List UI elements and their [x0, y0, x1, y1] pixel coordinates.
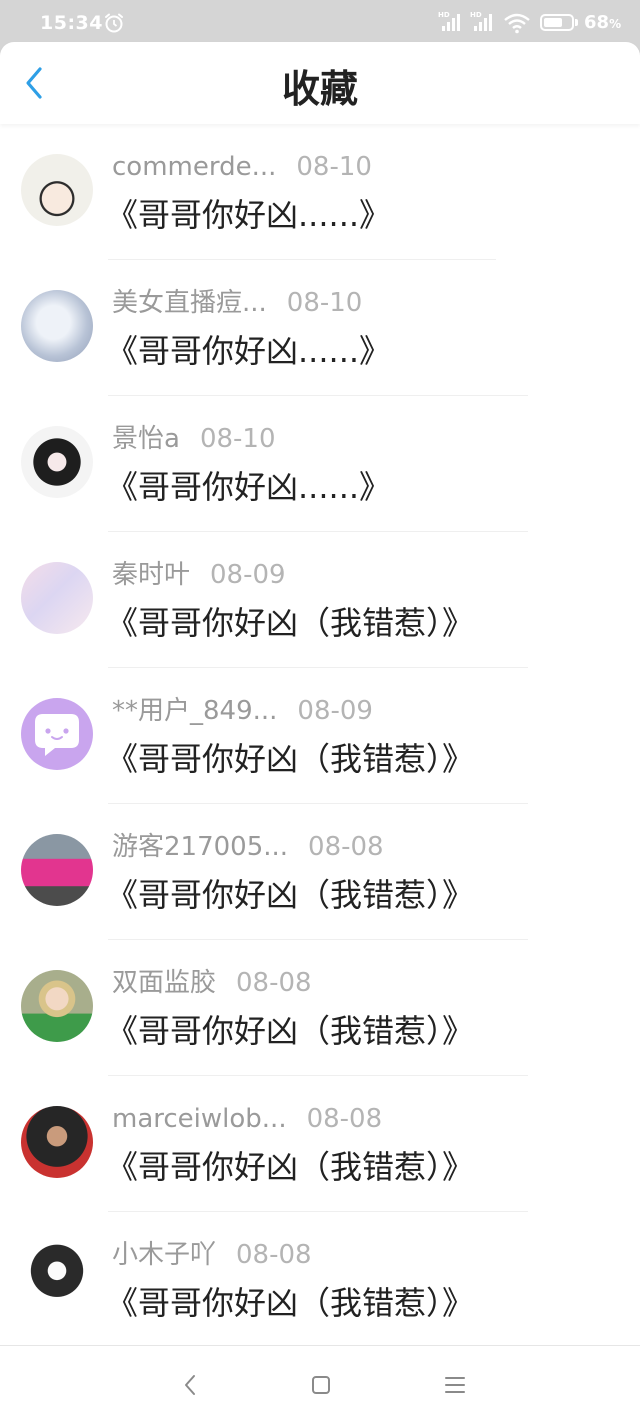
battery-fill [544, 18, 562, 27]
item-meta: 美女直播痘... 08-10 [112, 288, 362, 318]
user-name[interactable]: 景怡a [112, 424, 180, 454]
nav-back-icon [185, 1375, 195, 1395]
avatar[interactable] [21, 290, 93, 362]
item-title[interactable]: 《哥哥你好凶（我错惹）》 [106, 740, 474, 778]
item-title[interactable]: 《哥哥你好凶......》 [106, 332, 391, 370]
favorite-item[interactable]: commerde... 08-10 《哥哥你好凶......》 [0, 124, 640, 260]
favorites-list: commerde... 08-10 《哥哥你好凶......》 美女直播痘... 0… [0, 124, 640, 1345]
user-name[interactable]: marceiwlob... [112, 1104, 287, 1134]
item-meta: **用户_849... 08-09 [112, 696, 373, 726]
item-meta: 双面监胶 08-08 [112, 968, 312, 998]
system-nav-bar [0, 1345, 640, 1423]
wifi-icon [503, 12, 531, 34]
alarm-icon [103, 12, 125, 34]
item-title[interactable]: 《哥哥你好凶（我错惹）》 [106, 1284, 474, 1322]
item-title[interactable]: 《哥哥你好凶......》 [106, 196, 391, 234]
avatar[interactable] [21, 426, 93, 498]
favorite-item[interactable]: 小木子吖 08-08 《哥哥你好凶（我错惹）》 [0, 1212, 640, 1345]
user-name[interactable]: 小木子吖 [112, 1240, 216, 1270]
item-title[interactable]: 《哥哥你好凶（我错惹）》 [106, 876, 474, 914]
nav-menu-button[interactable] [438, 1368, 472, 1402]
item-date: 08-10 [199, 424, 276, 454]
item-date: 08-09 [210, 560, 286, 590]
item-date: 08-09 [297, 696, 373, 726]
item-title[interactable]: 《哥哥你好凶（我错惹）》 [106, 1012, 474, 1050]
item-title[interactable]: 《哥哥你好凶（我错惹）》 [106, 1148, 474, 1186]
network-label: HD [438, 11, 450, 19]
user-name[interactable]: commerde... [112, 152, 276, 182]
nav-home-icon [312, 1376, 330, 1394]
avatar[interactable] [21, 1242, 93, 1314]
avatar[interactable] [21, 562, 93, 634]
battery-tip [575, 19, 578, 26]
item-date: 08-08 [308, 832, 384, 862]
battery-unit: % [609, 17, 622, 31]
item-date: 08-08 [306, 1104, 383, 1134]
battery-icon [540, 14, 574, 31]
item-meta: commerde... 08-10 [112, 152, 372, 182]
avatar[interactable] [21, 154, 93, 226]
item-meta: marceiwlob... 08-08 [112, 1104, 382, 1134]
favorite-item[interactable]: 美女直播痘... 08-10 《哥哥你好凶......》 [0, 260, 640, 396]
nav-back-button[interactable] [174, 1368, 208, 1402]
favorite-item[interactable]: 秦时叶 08-09 《哥哥你好凶（我错惹）》 [0, 532, 640, 668]
chat-bubble-icon [35, 714, 79, 756]
user-name[interactable]: 美女直播痘... [112, 288, 267, 318]
user-name[interactable]: 双面监胶 [112, 968, 216, 998]
page-title: 收藏 [281, 67, 358, 111]
item-meta: 小木子吖 08-08 [112, 1240, 312, 1270]
item-meta: 景怡a 08-10 [112, 424, 276, 454]
user-name[interactable]: **用户_849... [112, 696, 277, 726]
user-name[interactable]: 游客217005... [112, 832, 288, 862]
nav-menu-icon [445, 1377, 465, 1393]
item-date: 08-10 [296, 152, 372, 182]
favorite-item[interactable]: **用户_849... 08-09 《哥哥你好凶（我错惹）》 [0, 668, 640, 804]
favorite-item[interactable]: 景怡a 08-10 《哥哥你好凶......》 [0, 396, 640, 532]
item-meta: 游客217005... 08-08 [112, 832, 384, 862]
item-date: 08-10 [286, 288, 363, 318]
item-date: 08-08 [236, 968, 312, 998]
item-title[interactable]: 《哥哥你好凶（我错惹）》 [106, 604, 474, 642]
favorite-item[interactable]: marceiwlob... 08-08 《哥哥你好凶（我错惹）》 [0, 1076, 640, 1212]
favorite-item[interactable]: 游客217005... 08-08 《哥哥你好凶（我错惹）》 [0, 804, 640, 940]
status-time: 15:34 [40, 12, 103, 34]
avatar[interactable] [21, 698, 93, 770]
nav-home-button[interactable] [304, 1368, 338, 1402]
item-title[interactable]: 《哥哥你好凶......》 [106, 468, 391, 506]
header: 收藏 [0, 42, 640, 124]
signal-icon: HD [470, 11, 496, 33]
item-meta: 秦时叶 08-09 [112, 560, 286, 590]
battery-value: 68 [584, 12, 610, 33]
item-date: 08-08 [236, 1240, 312, 1270]
battery-percentage: 68% [584, 10, 621, 37]
avatar[interactable] [21, 1106, 93, 1178]
signal-icon: HD [438, 11, 464, 33]
user-name[interactable]: 秦时叶 [112, 560, 190, 590]
avatar[interactable] [21, 970, 93, 1042]
network-label: HD [470, 11, 482, 19]
favorite-item[interactable]: 双面监胶 08-08 《哥哥你好凶（我错惹）》 [0, 940, 640, 1076]
avatar[interactable] [21, 834, 93, 906]
